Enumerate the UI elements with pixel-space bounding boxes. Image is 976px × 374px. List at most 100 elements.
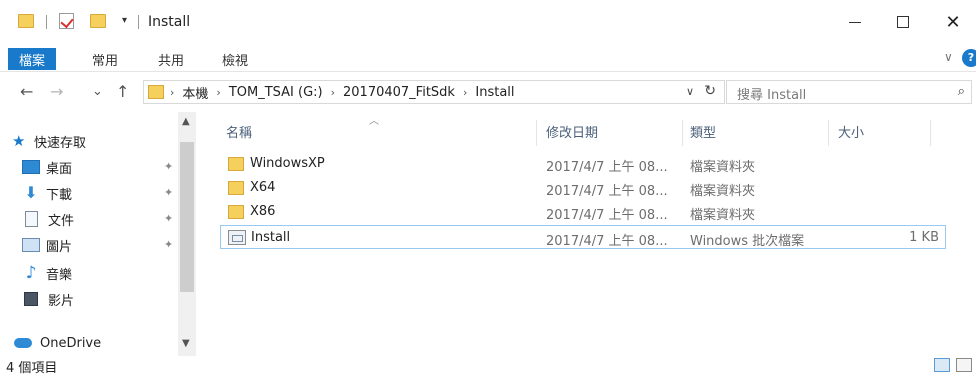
- maximize-icon: [897, 16, 909, 28]
- navigation-bar: ← → ⌄ ↑ › 本機 › TOM_TSAI (G:) › 20170407_…: [0, 72, 976, 112]
- file-row[interactable]: WindowsXP 2017/4/7 上午 08... 檔案資料夾: [220, 152, 946, 176]
- download-icon: ⬇: [24, 183, 38, 202]
- pin-icon[interactable]: ✦: [164, 160, 173, 173]
- sidebar-item-downloads[interactable]: ⬇ 下載: [22, 182, 72, 204]
- column-header-date[interactable]: 修改日期: [546, 122, 598, 141]
- quick-access-dropdown-icon[interactable]: ▾: [122, 15, 127, 26]
- search-input[interactable]: 搜尋 Install ⌕: [726, 80, 972, 104]
- tab-home[interactable]: 常用: [82, 48, 128, 70]
- address-dropdown-icon[interactable]: ∨: [686, 85, 694, 98]
- sidebar-item-documents[interactable]: 文件: [22, 208, 74, 230]
- sidebar-item-label: OneDrive: [40, 335, 102, 351]
- star-icon: ★: [12, 132, 26, 150]
- search-placeholder: 搜尋 Install: [737, 88, 807, 103]
- file-row[interactable]: X86 2017/4/7 上午 08... 檔案資料夾: [220, 200, 946, 224]
- sidebar-scrollbar-thumb[interactable]: [180, 142, 194, 292]
- batch-file-icon: [228, 230, 246, 245]
- file-type: 檔案資料夾: [690, 208, 756, 223]
- pin-icon[interactable]: ✦: [164, 186, 173, 199]
- tab-view[interactable]: 檢視: [212, 48, 258, 70]
- sidebar-item-videos[interactable]: 影片: [22, 288, 74, 310]
- sidebar-item-music[interactable]: ♪ 音樂: [22, 262, 72, 284]
- column-divider[interactable]: [930, 120, 931, 146]
- file-name: X86: [250, 204, 276, 219]
- tab-file[interactable]: 檔案: [8, 48, 57, 70]
- breadcrumb-separator: ›: [170, 85, 175, 99]
- sidebar-item-label: 文件: [48, 213, 75, 229]
- close-icon: ✕: [945, 11, 961, 33]
- file-name: WindowsXP: [250, 156, 325, 171]
- status-bar: 4 個項目: [0, 356, 976, 374]
- sidebar-item-label: 快速存取: [34, 135, 87, 151]
- forward-arrow-icon[interactable]: →: [50, 82, 63, 101]
- file-name: X64: [250, 180, 276, 195]
- item-count: 4 個項目: [6, 361, 58, 374]
- file-name: Install: [251, 230, 291, 245]
- recent-locations-icon[interactable]: ⌄: [92, 84, 103, 99]
- minimize-button[interactable]: [832, 0, 878, 44]
- new-folder-icon[interactable]: [90, 14, 106, 28]
- title-separator: [138, 15, 139, 29]
- search-icon[interactable]: ⌕: [958, 84, 965, 99]
- maximize-button[interactable]: [880, 0, 926, 44]
- close-button[interactable]: ✕: [930, 0, 976, 44]
- file-date: 2017/4/7 上午 08...: [546, 184, 668, 199]
- breadcrumb-this-pc[interactable]: 本機: [182, 83, 208, 102]
- sidebar-item-label: 下載: [46, 187, 73, 203]
- sidebar-item-label: 音樂: [46, 267, 73, 283]
- sidebar-item-onedrive[interactable]: OneDrive: [14, 332, 101, 354]
- title-bar: ▾ Install ✕: [0, 0, 976, 44]
- sidebar-item-desktop[interactable]: 桌面: [22, 156, 72, 178]
- tab-share[interactable]: 共用: [148, 48, 194, 70]
- file-list: ︿ 名稱 修改日期 類型 大小 WindowsXP 2017/4/7 上午 08…: [200, 112, 976, 356]
- folder-icon: [228, 157, 244, 171]
- folder-icon: [148, 85, 164, 99]
- breadcrumb-separator[interactable]: ›: [463, 86, 467, 99]
- breadcrumb-drive[interactable]: TOM_TSAI (G:): [229, 85, 323, 100]
- ribbon-expand-icon[interactable]: ∨: [944, 50, 953, 64]
- sort-ascending-icon: ︿: [369, 116, 379, 127]
- file-type: 檔案資料夾: [690, 160, 756, 175]
- refresh-icon[interactable]: ↻: [704, 83, 716, 99]
- desktop-icon: [22, 160, 40, 174]
- file-date: 2017/4/7 上午 08...: [546, 234, 668, 249]
- large-icons-view-icon[interactable]: [956, 358, 972, 372]
- pin-icon[interactable]: ✦: [164, 212, 173, 225]
- sidebar-item-label: 圖片: [46, 239, 73, 255]
- details-view-icon[interactable]: [934, 358, 950, 372]
- ribbon-tabs: 檔案 常用 共用 檢視 ∨ ?: [0, 44, 976, 72]
- breadcrumb-fitsdk[interactable]: 20170407_FitSdk: [343, 85, 455, 100]
- file-row[interactable]: X64 2017/4/7 上午 08... 檔案資料夾: [220, 176, 946, 200]
- column-header-name[interactable]: 名稱: [226, 122, 252, 141]
- column-divider[interactable]: [536, 120, 537, 146]
- file-type: Windows 批次檔案: [690, 234, 805, 249]
- window-title: Install: [148, 14, 191, 30]
- folder-icon: [228, 181, 244, 195]
- scroll-up-icon[interactable]: ▲: [182, 116, 190, 127]
- file-type: 檔案資料夾: [690, 184, 756, 199]
- pin-icon[interactable]: ✦: [164, 238, 173, 251]
- back-arrow-icon[interactable]: ←: [20, 82, 33, 101]
- column-header-size[interactable]: 大小: [838, 122, 864, 141]
- address-bar[interactable]: › 本機 › TOM_TSAI (G:) › 20170407_FitSdk ›…: [143, 80, 725, 104]
- up-arrow-icon[interactable]: ↑: [116, 82, 129, 101]
- sidebar-item-label: 影片: [48, 293, 75, 309]
- sidebar-item-pictures[interactable]: 圖片: [22, 234, 72, 256]
- breadcrumb-install[interactable]: Install: [475, 85, 514, 100]
- properties-checkbox-icon[interactable]: [59, 13, 74, 29]
- help-icon[interactable]: ?: [962, 49, 976, 67]
- column-divider[interactable]: [828, 120, 829, 146]
- column-header-type[interactable]: 類型: [690, 122, 716, 141]
- video-icon: [24, 292, 38, 306]
- folder-icon: [18, 14, 34, 28]
- scroll-down-icon[interactable]: ▼: [182, 338, 190, 349]
- document-icon: [25, 211, 38, 227]
- sidebar-item-quick-access[interactable]: ★ 快速存取: [12, 130, 86, 152]
- minimize-icon: [849, 21, 861, 23]
- breadcrumb-separator[interactable]: ›: [216, 86, 220, 99]
- file-row-selected[interactable]: Install 2017/4/7 上午 08... Windows 批次檔案 1…: [220, 225, 946, 249]
- breadcrumb-separator[interactable]: ›: [331, 86, 335, 99]
- quick-access-separator: [46, 15, 47, 29]
- column-divider[interactable]: [682, 120, 683, 146]
- file-date: 2017/4/7 上午 08...: [546, 208, 668, 223]
